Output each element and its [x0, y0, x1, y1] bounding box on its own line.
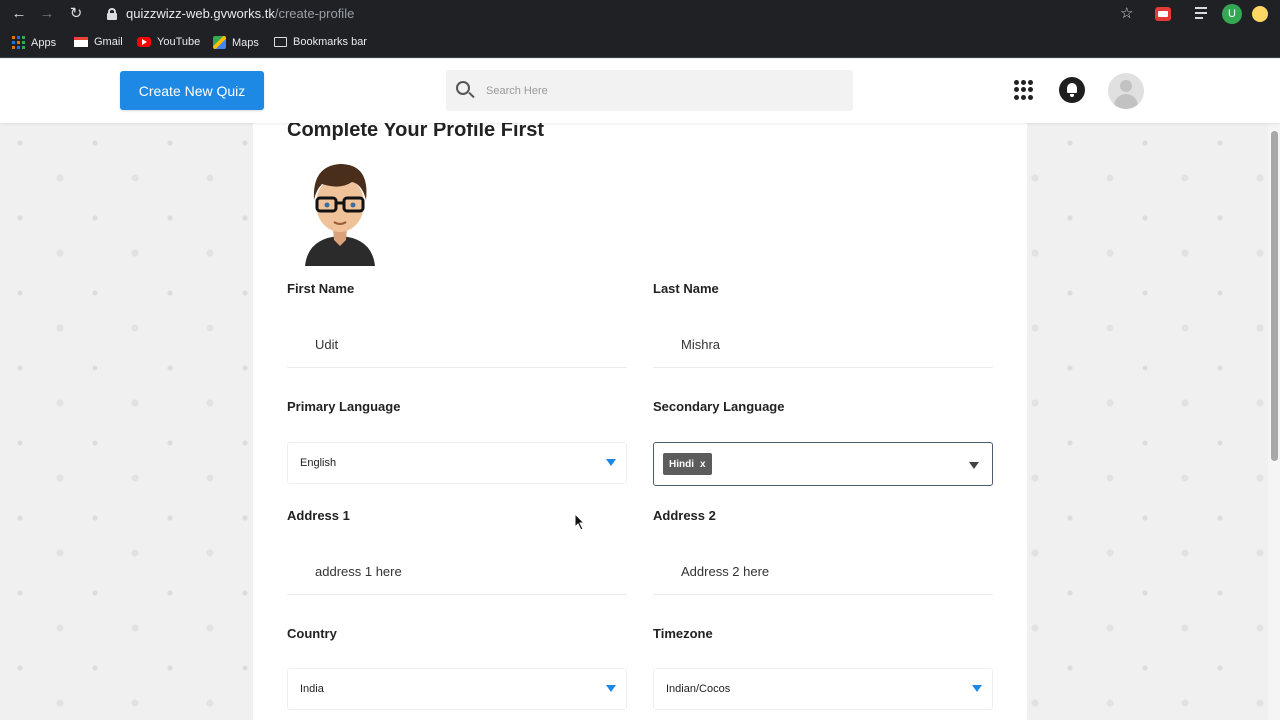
- forward-icon[interactable]: →: [39, 6, 55, 22]
- bookmark-label: Gmail: [94, 36, 123, 48]
- search-box: [446, 70, 853, 111]
- gmail-icon: [74, 37, 88, 47]
- user-avatar[interactable]: [1108, 73, 1144, 109]
- bookmark-label: Apps: [31, 36, 57, 49]
- scrollbar-thumb[interactable]: [1271, 131, 1278, 461]
- address1-input[interactable]: [287, 549, 627, 595]
- media-queue-icon[interactable]: [1195, 6, 1211, 20]
- last-name-input[interactable]: [653, 322, 993, 368]
- country-select[interactable]: India: [287, 668, 627, 710]
- search-input[interactable]: [486, 70, 836, 111]
- bookmark-star-icon[interactable]: ☆: [1120, 5, 1133, 23]
- country-value: India: [300, 683, 324, 695]
- language-chip: Hindi x: [663, 453, 712, 475]
- timezone-label: Timezone: [653, 626, 713, 641]
- bookmark-apps[interactable]: Apps: [12, 36, 56, 49]
- address-bar[interactable]: quizzwizz-web.gvworks.tk/create-profile: [126, 6, 354, 21]
- create-new-quiz-button[interactable]: Create New Quiz: [120, 71, 264, 110]
- chevron-down-icon: [606, 685, 616, 692]
- country-label: Country: [287, 626, 337, 641]
- address2-label: Address 2: [653, 508, 716, 523]
- browser-profile-avatar[interactable]: U: [1222, 4, 1242, 24]
- browser-toolbar: ← → ↻ quizzwizz-web.gvworks.tk/create-pr…: [0, 0, 1280, 28]
- bookmarks-bar: Apps Gmail YouTube Maps Bookmarks bar: [0, 28, 1280, 58]
- reload-icon[interactable]: ↻: [68, 6, 84, 22]
- bookmark-label: YouTube: [157, 36, 201, 48]
- bookmark-label: Bookmarks bar: [293, 36, 367, 48]
- extension-dot-icon[interactable]: [1252, 6, 1268, 22]
- youtube-icon: [137, 37, 151, 47]
- bookmark-maps[interactable]: Maps: [213, 36, 259, 49]
- first-name-label: First Name: [287, 281, 355, 296]
- maps-icon: [213, 36, 226, 49]
- chevron-down-icon: [969, 462, 979, 469]
- secondary-language-multiselect[interactable]: Hindi x: [653, 442, 993, 486]
- folder-icon: [274, 37, 287, 47]
- primary-language-value: English: [300, 457, 337, 469]
- page-scrollbar[interactable]: [1268, 123, 1280, 720]
- address1-label: Address 1: [287, 508, 350, 523]
- secondary-language-label: Secondary Language: [653, 399, 785, 414]
- bookmark-gmail[interactable]: Gmail: [74, 36, 123, 48]
- apps-grid-icon: [12, 36, 25, 49]
- chip-remove-icon[interactable]: x: [700, 459, 706, 470]
- timezone-value: Indian/Cocos: [666, 683, 731, 695]
- app-header: Create New Quiz: [0, 59, 1280, 123]
- chevron-down-icon: [606, 459, 616, 466]
- bookmark-bookmarks-bar[interactable]: Bookmarks bar: [274, 36, 367, 48]
- url-host: quizzwizz-web.gvworks.tk: [126, 6, 275, 21]
- timezone-select[interactable]: Indian/Cocos: [653, 668, 993, 710]
- search-icon: [456, 81, 475, 99]
- back-icon[interactable]: ←: [11, 6, 27, 22]
- address2-input[interactable]: [653, 549, 993, 595]
- notification-bell-icon[interactable]: [1059, 77, 1085, 103]
- primary-language-label: Primary Language: [287, 399, 401, 414]
- bookmark-label: Maps: [232, 36, 259, 49]
- apps-grid-menu-icon[interactable]: [1014, 80, 1034, 100]
- primary-language-select[interactable]: English: [287, 442, 627, 484]
- chip-label: Hindi: [669, 458, 694, 470]
- extension-icon[interactable]: [1155, 7, 1171, 21]
- chevron-down-icon: [972, 685, 982, 692]
- bookmark-youtube[interactable]: YouTube: [137, 36, 200, 48]
- first-name-input[interactable]: [287, 322, 627, 368]
- url-path: /create-profile: [274, 6, 355, 21]
- lock-icon: [107, 8, 117, 20]
- profile-avatar-image[interactable]: [300, 156, 380, 266]
- last-name-label: Last Name: [653, 281, 719, 296]
